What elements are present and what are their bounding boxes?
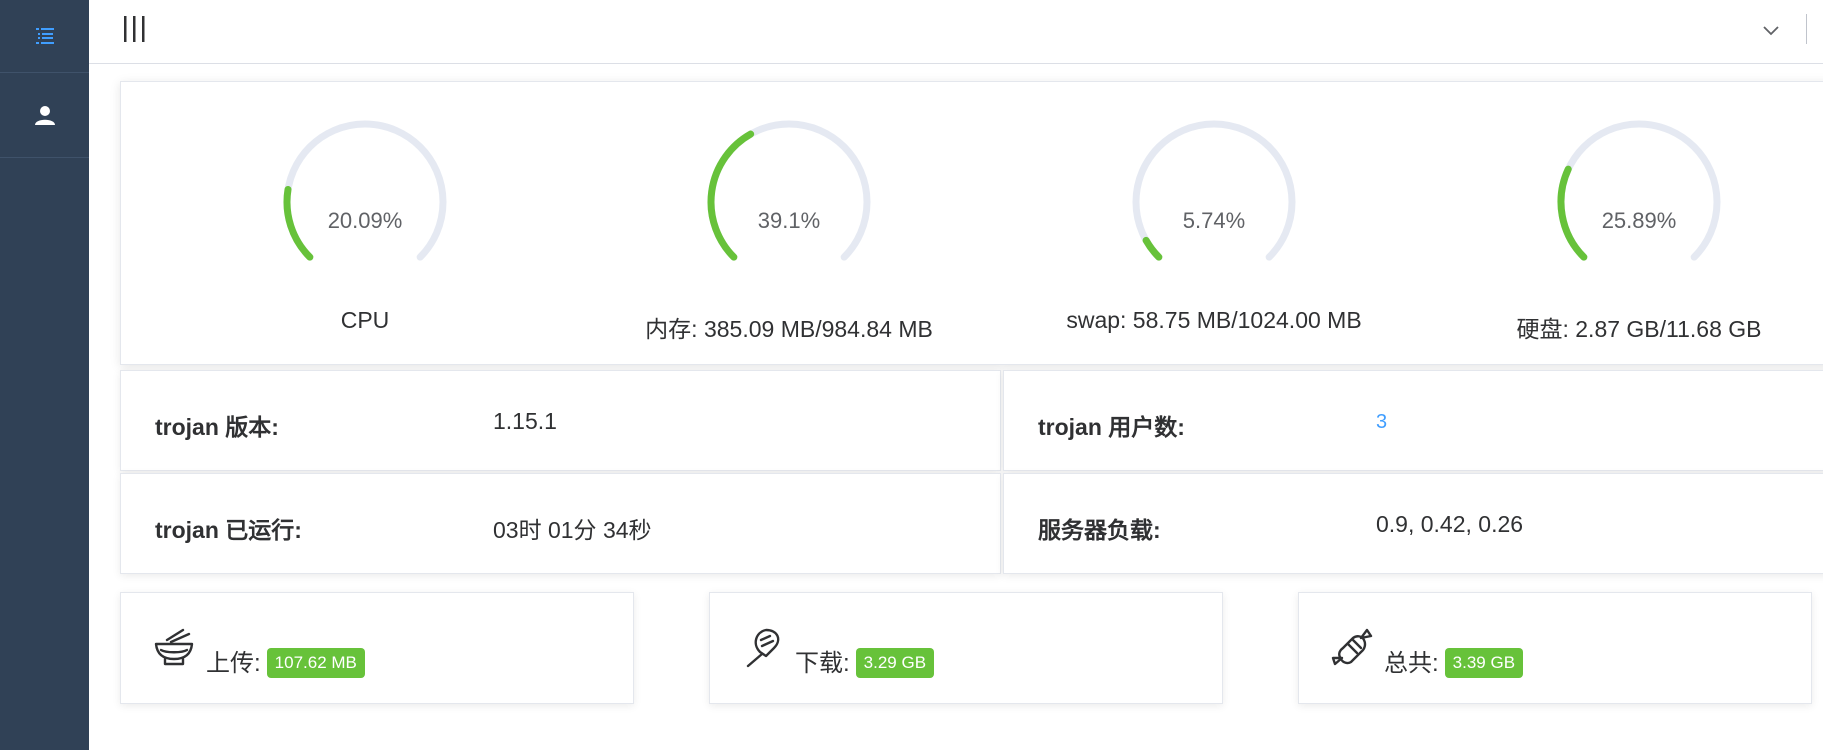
gauge-label: CPU (340, 307, 390, 333)
download-label: 下载: 3.29 GB (795, 643, 935, 680)
gauge-card: 20.09% CPU 39.1% 内存: 385.09 MB/984.84 MB… (120, 81, 1823, 365)
server-load-value: 0.9, 0.42, 0.26 (1376, 511, 1524, 537)
download-tag: 3.29 GB (855, 647, 935, 678)
chevron-down-icon[interactable] (1761, 20, 1781, 40)
trojan-users-link[interactable]: 3 (1376, 411, 1387, 434)
info-row-2: trojan 已运行: 03时 01分 34秒 服务器负载: 0.9, 0.42… (120, 473, 1823, 574)
bowl-icon (154, 628, 194, 666)
gauge-ring (1557, 120, 1721, 261)
topbar-divider (1806, 14, 1807, 44)
gauge-fill (707, 130, 755, 261)
main-content: 20.09% CPU 39.1% 内存: 385.09 MB/984.84 MB… (89, 64, 1823, 750)
trojan-version-cell: trojan 版本: 1.15.1 (120, 370, 1001, 471)
gauge-ring (1132, 120, 1296, 261)
trojan-uptime-label: trojan 已运行: (155, 517, 302, 543)
trojan-uptime-cell: trojan 已运行: 03时 01分 34秒 (120, 473, 1001, 574)
hamburger-icon[interactable] (122, 14, 150, 44)
trojan-version-value: 1.15.1 (493, 408, 557, 434)
list-menu-icon (35, 28, 54, 44)
server-load-label: 服务器负载: (1038, 517, 1161, 543)
trojan-users-label: trojan 用户数: (1038, 414, 1185, 440)
ice-cream-icon (746, 628, 780, 668)
memory-gauge: 39.1% 内存: 385.09 MB/984.84 MB (579, 82, 999, 366)
gauge-track (283, 120, 447, 261)
upload-label: 上传: 107.62 MB (206, 643, 365, 680)
cpu-gauge: 20.09% CPU (155, 82, 575, 366)
gauge-ring (283, 120, 447, 261)
total-label-text: 总共: (1384, 650, 1439, 677)
gauge-percent: 25.89% (1601, 208, 1677, 233)
upload-label-text: 上传: (206, 650, 261, 677)
trojan-uptime-value: 03时 01分 34秒 (493, 517, 652, 543)
gauge-percent: 39.1% (757, 208, 821, 233)
swap-gauge: 5.74% swap: 58.75 MB/1024.00 MB (1004, 82, 1424, 366)
gauge-label: swap: 58.75 MB/1024.00 MB (1066, 307, 1362, 333)
gauge-fill (1142, 236, 1163, 261)
sidebar-item-users[interactable] (0, 73, 89, 158)
gauge-label: 内存: 385.09 MB/984.84 MB (645, 316, 933, 342)
gauge-ring (707, 120, 871, 261)
gauge-percent: 20.09% (327, 208, 403, 233)
candy-icon (1331, 628, 1373, 666)
trojan-users-cell: trojan 用户数: 3 (1003, 370, 1823, 471)
topbar (89, 0, 1823, 64)
sidebar (0, 0, 89, 750)
upload-tag: 107.62 MB (266, 647, 365, 678)
download-label-text: 下载: (795, 650, 850, 677)
total-tag: 3.39 GB (1444, 647, 1524, 678)
gauge-percent: 5.74% (1182, 208, 1246, 233)
server-load-cell: 服务器负载: 0.9, 0.42, 0.26 (1003, 473, 1823, 574)
sidebar-item-dashboard[interactable] (0, 0, 89, 73)
total-label: 总共: 3.39 GB (1384, 643, 1524, 680)
disk-gauge: 25.89% 硬盘: 2.87 GB/11.68 GB (1429, 82, 1823, 366)
gauge-track (1557, 120, 1721, 261)
total-card: 总共: 3.39 GB (1298, 592, 1812, 704)
trojan-version-label: trojan 版本: (155, 414, 279, 440)
download-card: 下载: 3.29 GB (709, 592, 1223, 704)
gauge-label: 硬盘: 2.87 GB/11.68 GB (1516, 316, 1762, 342)
user-icon (34, 106, 55, 125)
info-row-1: trojan 版本: 1.15.1 trojan 用户数: 3 (120, 370, 1823, 471)
upload-card: 上传: 107.62 MB (120, 592, 634, 704)
gauge-track (1132, 120, 1296, 261)
